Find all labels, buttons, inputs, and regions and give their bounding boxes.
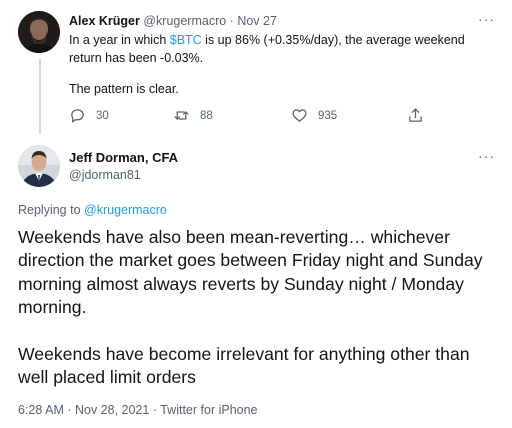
share-icon	[409, 108, 422, 122]
replying-to-label: Replying to	[18, 203, 85, 217]
replying-to-line: Replying to @krugermacro	[18, 202, 167, 218]
parent-text-lead: In a year in which	[69, 33, 170, 47]
footer-separator: ·	[149, 403, 161, 417]
replying-to-handle-link[interactable]: @krugermacro	[84, 203, 167, 217]
parent-author-handle[interactable]: @krugermacro	[143, 14, 226, 28]
tweet-timestamp[interactable]: 6:28 AM · Nov 28, 2021	[18, 403, 149, 417]
main-tweet-paragraph-1: Weekends have also been mean-reverting… …	[18, 227, 483, 318]
thread-connector-line	[39, 59, 41, 134]
like-button[interactable]: 935	[291, 107, 337, 124]
tweet-metadata-footer: 6:28 AM · Nov 28, 2021 · Twitter for iPh…	[18, 402, 258, 418]
avatar-jeff-dorman[interactable]	[18, 145, 60, 187]
main-tweet-text: Weekends have also been mean-reverting… …	[18, 226, 504, 389]
btc-cashtag-link[interactable]: $BTC	[170, 33, 202, 47]
like-count: 935	[318, 109, 338, 122]
parent-more-options-icon[interactable]: ···	[478, 12, 494, 26]
reply-count: 30	[96, 109, 109, 122]
main-author-handle[interactable]: @jdorman81	[69, 167, 141, 183]
parent-tweet[interactable]: Alex Krüger @krugermacro · Nov 27 ··· In…	[0, 0, 512, 138]
parent-tweet-date[interactable]: Nov 27	[237, 14, 277, 28]
parent-tweet-actions: 30 88 935	[69, 107, 469, 127]
parent-tweet-text: In a year in which $BTC is up 86% (+0.35…	[69, 31, 489, 67]
main-more-options-icon[interactable]: ···	[478, 149, 494, 163]
share-button[interactable]	[407, 107, 434, 124]
heart-icon	[292, 109, 307, 122]
tweet-source[interactable]: Twitter for iPhone	[160, 403, 257, 417]
main-tweet-paragraph-2: Weekends have become irrelevant for anyt…	[18, 343, 470, 388]
parent-author-name[interactable]: Alex Krüger	[69, 14, 140, 28]
reply-icon	[71, 109, 84, 123]
retweet-icon	[174, 111, 189, 120]
header-separator: ·	[226, 14, 238, 28]
avatar-alex-kruger[interactable]	[18, 11, 60, 53]
parent-tweet-header: Alex Krüger @krugermacro · Nov 27	[69, 13, 277, 29]
parent-tweet-text-second: The pattern is clear.	[69, 82, 179, 96]
main-author-name[interactable]: Jeff Dorman, CFA	[69, 150, 178, 166]
retweet-button[interactable]: 88	[173, 107, 213, 124]
retweet-count: 88	[200, 109, 213, 122]
reply-button[interactable]: 30	[69, 107, 109, 124]
